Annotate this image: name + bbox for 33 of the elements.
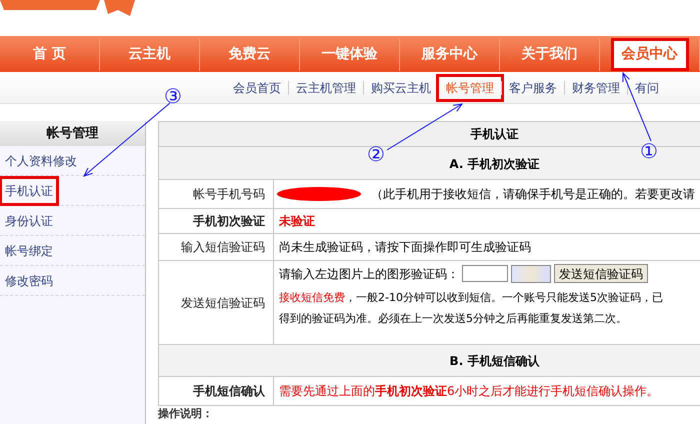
step-number: ② [367,144,385,164]
section-heading: 操作说明： [158,408,214,420]
captcha-prompt: 请输入左边图片上的图形验证码： [279,266,459,282]
sms-note: 接收短信免费，一般2-10分钟可以收到短信。一个账号只能发送5次验证码，已 [279,290,664,306]
sub-nav-link[interactable]: 客户服务 [502,76,564,98]
row-label: 手机初次验证 [159,209,274,233]
sub-nav-link[interactable]: 帐号管理 [439,76,501,98]
sidebar-item[interactable]: 手机认证 [2,178,56,202]
sub-nav-link[interactable]: 财务管理 [565,76,627,98]
sub-nav-link[interactable]: 云主机管理 [289,76,363,98]
sidebar-title: 帐号管理 [0,121,145,146]
sms-note: 得到的验证码为准。必须在上一次发送5分钟之后再能重复发送第二次。 [279,311,628,327]
row-label: 手机短信确认 [159,377,274,405]
captcha-input[interactable] [462,265,508,282]
phone-note: （此手机用于接收短信，请确保手机号是正确的。若要更改请 [371,186,695,203]
status-value: 未验证 [278,213,315,230]
row-label: 帐号手机号码 [159,180,274,208]
confirm-notice: 需要先通过上面的手机初次验证6小时之后才能进行手机短信确认操作。 [278,383,659,400]
code-status-text: 尚未生成验证码，请按下面操作即可生成验证码 [278,239,531,256]
sidebar-item[interactable]: 帐号绑定 [2,238,56,262]
step-number: ③ [164,86,182,106]
captcha-image [511,264,551,282]
sub-nav-link[interactable]: 有问 [628,76,666,98]
sidebar-item[interactable]: 修改密码 [2,268,56,292]
nav-tab[interactable]: 会员中心 [610,38,688,70]
row-label: 发送短信验证码 [159,261,274,344]
row-label: 输入短信验证码 [159,234,274,260]
sidebar-item[interactable]: 身份认证 [2,208,56,232]
sub-nav-link[interactable]: 购买云主机 [364,76,438,98]
send-code-button[interactable]: 发送短信验证码 [554,264,648,283]
sidebar-item[interactable]: 个人资料修改 [2,148,80,172]
sub-nav-link[interactable]: 会员首页 [226,76,288,98]
section-heading: B. 手机短信确认 [159,345,700,377]
